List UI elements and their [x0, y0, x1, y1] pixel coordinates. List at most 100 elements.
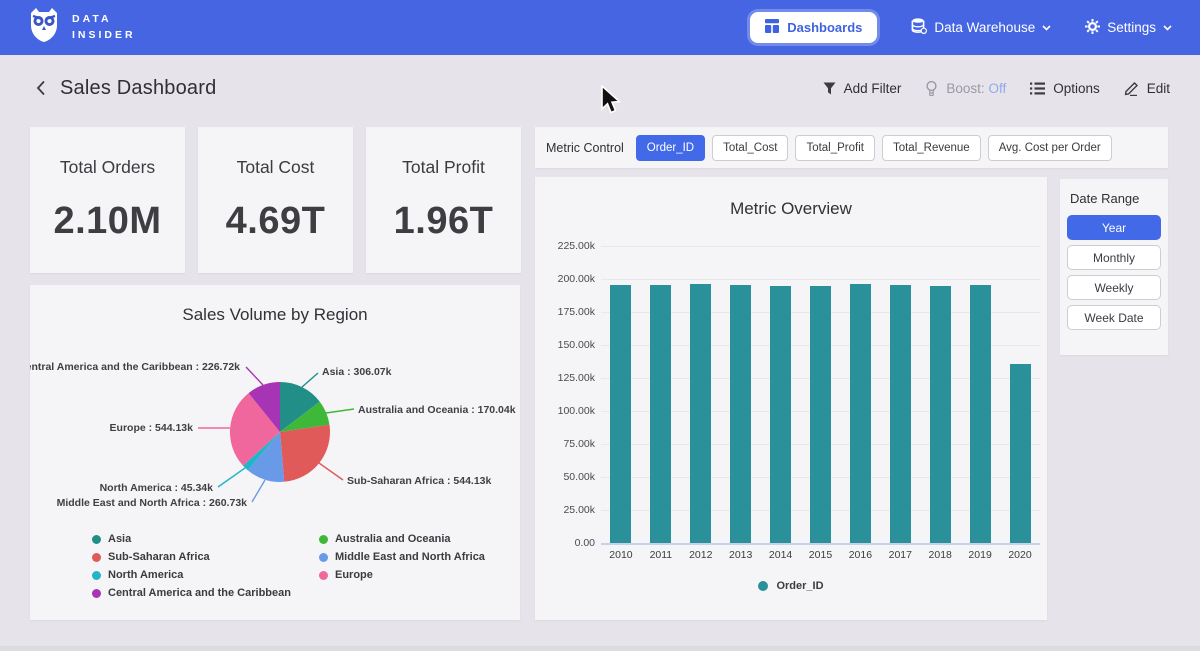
pie-label: Central America and the Caribbean : 226.… [30, 361, 240, 373]
filter-funnel-icon [823, 82, 836, 95]
nav-data-warehouse-label: Data Warehouse [934, 20, 1035, 35]
back-button[interactable] [30, 77, 52, 99]
bar-chart-legend: Order_ID [535, 580, 1047, 592]
pencil-icon [1124, 81, 1139, 96]
x-axis-label: 2018 [920, 549, 960, 561]
bar-2014[interactable] [770, 286, 791, 543]
brand: DATA INSIDER [28, 7, 136, 48]
pie-legend-item: Europe [319, 569, 485, 581]
legend-label: North America [108, 569, 183, 581]
y-axis-tick: 175.00k [535, 306, 595, 318]
nav-settings-label: Settings [1107, 20, 1156, 35]
x-axis-label: 2012 [681, 549, 721, 561]
metric-chip-total-profit[interactable]: Total_Profit [795, 135, 875, 161]
pie-label: North America : 45.34k [100, 482, 214, 494]
gridline [601, 543, 1040, 545]
bar-2012[interactable] [690, 284, 711, 543]
pie-legend: Asia Sub-Saharan Africa North America Centr… [92, 533, 485, 599]
pie-callout-line [252, 480, 265, 502]
metric-chip-total-cost[interactable]: Total_Cost [712, 135, 788, 161]
add-filter-button[interactable]: Add Filter [823, 81, 902, 96]
x-axis-label: 2010 [601, 549, 641, 561]
bar-plot-area: 225.00k200.00k175.00k150.00k125.00k100.0… [601, 246, 1040, 543]
bar-2017[interactable] [890, 285, 911, 543]
legend-label: Sub-Saharan Africa [108, 551, 210, 563]
brand-text: DATA INSIDER [72, 12, 136, 42]
date-range-weekly-button[interactable]: Weekly [1067, 275, 1161, 300]
bar-2013[interactable] [730, 285, 751, 543]
legend-dot [92, 571, 101, 580]
bar-2018[interactable] [930, 286, 951, 543]
dashboard-grid-icon [765, 19, 779, 36]
x-axis-label: 2020 [1000, 549, 1040, 561]
options-button[interactable]: Options [1030, 81, 1100, 96]
kpi-total-cost: Total Cost 4.69T [198, 127, 353, 273]
legend-dot [758, 581, 768, 591]
owl-logo-icon [28, 7, 60, 48]
metric-chip-avg-cost-per-order[interactable]: Avg. Cost per Order [988, 135, 1112, 161]
boost-toggle[interactable]: Boost: Off [925, 81, 1006, 96]
pie-label: Australia and Oceania : 170.04k [358, 404, 516, 416]
nav-data-warehouse[interactable]: Data Warehouse [911, 18, 1051, 37]
database-icon [911, 18, 927, 37]
y-axis-tick: 125.00k [535, 372, 595, 384]
pie-legend-item: Middle East and North Africa [319, 551, 485, 563]
legend-label: Central America and the Caribbean [108, 587, 291, 599]
x-axis-label: 2011 [641, 549, 681, 561]
gear-icon [1085, 19, 1100, 37]
pie-legend-item: North America [92, 569, 291, 581]
pie-legend-item: Asia [92, 533, 291, 545]
boost-balloon-icon [925, 81, 938, 96]
bar-2015[interactable] [810, 286, 831, 543]
top-navbar: DATA INSIDER Dashboards [0, 0, 1200, 55]
pie-label: Sub-Saharan Africa : 544.13k [347, 475, 491, 487]
pie-legend-item: Australia and Oceania [319, 533, 485, 545]
pie-callout-line [319, 463, 343, 480]
y-axis-tick: 150.00k [535, 339, 595, 351]
metric-overview-chart: Metric Overview 225.00k200.00k175.00k150… [535, 177, 1047, 620]
y-axis-tick: 50.00k [535, 471, 595, 483]
kpi-value: 1.96T [394, 200, 494, 243]
kpi-value: 4.69T [226, 200, 326, 243]
bar-2019[interactable] [970, 285, 991, 543]
x-axis-label: 2019 [960, 549, 1000, 561]
metric-control-bar: Metric Control Order_IDTotal_CostTotal_P… [535, 127, 1168, 168]
pie-callout-line [246, 367, 263, 385]
legend-label: Asia [108, 533, 131, 545]
metric-chip-total-revenue[interactable]: Total_Revenue [882, 135, 981, 161]
nav-settings[interactable]: Settings [1085, 19, 1172, 37]
chevron-down-icon [1042, 25, 1051, 31]
metric-chip-order-id[interactable]: Order_ID [636, 135, 705, 161]
y-axis-tick: 25.00k [535, 504, 595, 516]
legend-label: Middle East and North Africa [335, 551, 485, 563]
bar-chart-title: Metric Overview [535, 199, 1047, 219]
date-range-panel: Date Range YearMonthlyWeeklyWeek Date [1060, 179, 1168, 355]
date-range-year-button[interactable]: Year [1067, 215, 1161, 240]
nav-dashboards-button[interactable]: Dashboards [750, 12, 877, 43]
kpi-label: Total Cost [237, 157, 315, 178]
kpi-total-orders: Total Orders 2.10M [30, 127, 185, 273]
legend-label: Order_ID [776, 580, 823, 592]
legend-label: Europe [335, 569, 373, 581]
pie-slice-sub-saharan-africa[interactable] [280, 425, 330, 482]
bar-2010[interactable] [610, 285, 631, 543]
legend-dot [319, 553, 328, 562]
legend-dot [92, 589, 101, 598]
y-axis-tick: 75.00k [535, 438, 595, 450]
bar-2020[interactable] [1010, 364, 1031, 543]
chevron-down-icon [1163, 25, 1172, 31]
x-axis-label: 2015 [801, 549, 841, 561]
bottom-edge [0, 646, 1200, 651]
date-range-monthly-button[interactable]: Monthly [1067, 245, 1161, 270]
bar-2011[interactable] [650, 285, 671, 543]
legend-dot [319, 571, 328, 580]
x-axis-label: 2014 [761, 549, 801, 561]
edit-button[interactable]: Edit [1124, 81, 1170, 96]
page-title: Sales Dashboard [60, 77, 216, 100]
pie-callout-line [302, 373, 318, 387]
kpi-value: 2.10M [53, 200, 161, 243]
date-range-week-date-button[interactable]: Week Date [1067, 305, 1161, 330]
boost-state: Off [988, 81, 1006, 96]
y-axis-tick: 100.00k [535, 405, 595, 417]
bar-2016[interactable] [850, 284, 871, 543]
